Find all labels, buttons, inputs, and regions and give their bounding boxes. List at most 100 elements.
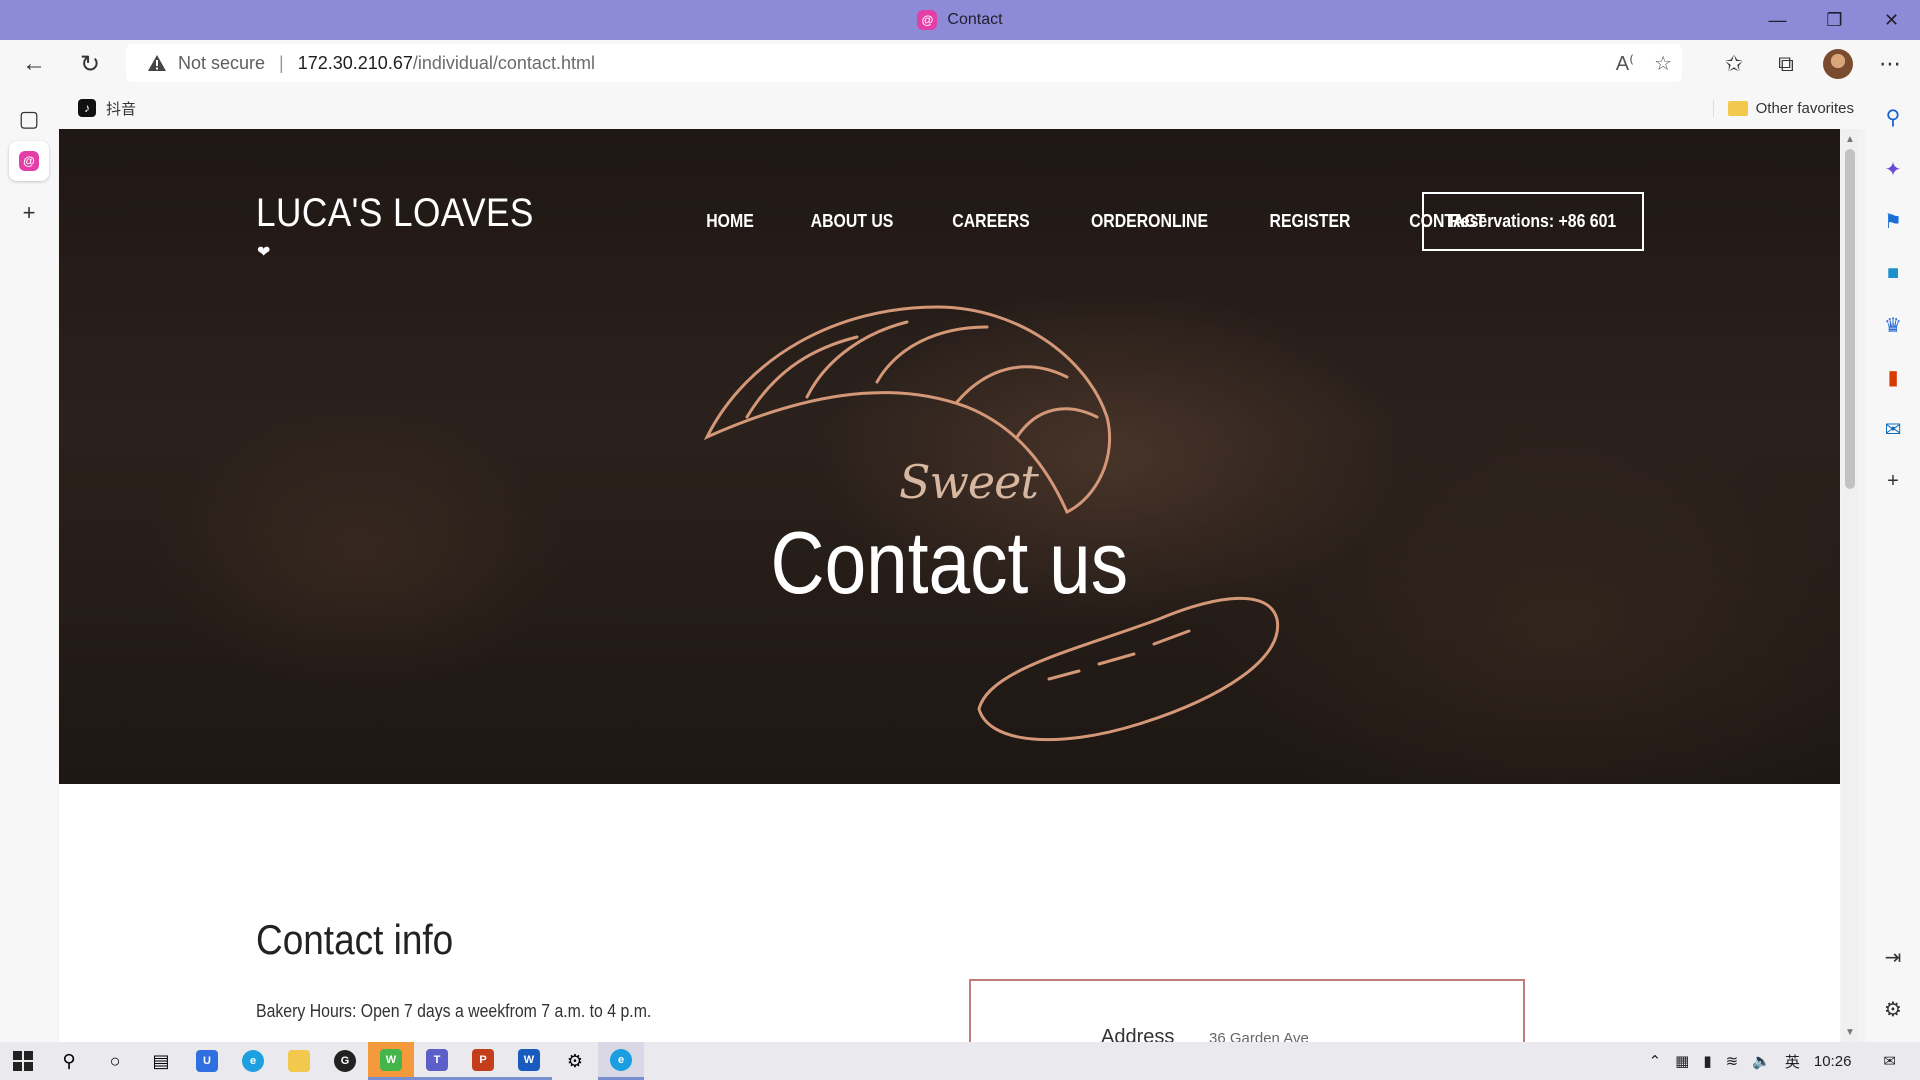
- page-scrollbar[interactable]: ▲ ▼: [1841, 129, 1859, 1042]
- favorites-bar: ♪ 抖音 Other favorites: [54, 87, 1866, 129]
- url-host: 172.30.210.67: [297, 52, 413, 73]
- nav-register[interactable]: REGISTER: [1270, 211, 1351, 232]
- scroll-thumb[interactable]: [1845, 149, 1855, 489]
- app-badge: G: [334, 1050, 356, 1072]
- refresh-button[interactable]: ↻: [70, 44, 110, 84]
- new-tab-icon[interactable]: +: [9, 193, 49, 233]
- nav-careers[interactable]: CAREERS: [952, 211, 1029, 232]
- settings-gear-icon[interactable]: ⚙: [1873, 989, 1913, 1029]
- avatar: [1823, 49, 1853, 79]
- hide-sidebar-icon[interactable]: ⇥: [1873, 937, 1913, 977]
- tab-contact[interactable]: @: [9, 141, 49, 181]
- nav-home[interactable]: HOME: [706, 211, 754, 232]
- favorites-icon[interactable]: ✩: [1714, 44, 1754, 84]
- word-icon[interactable]: W: [506, 1042, 552, 1080]
- reservations-label: Reservations: +86 601: [1449, 211, 1617, 231]
- outlook-icon[interactable]: ✉: [1873, 409, 1913, 449]
- collections-icon[interactable]: ⧉: [1766, 44, 1806, 84]
- search-icon[interactable]: ⚲: [46, 1042, 92, 1080]
- back-button[interactable]: ←: [14, 44, 54, 84]
- more-menu-icon[interactable]: ⋯: [1870, 44, 1910, 84]
- address-card: Address 36 Garden Ave: [969, 979, 1525, 1042]
- security-label[interactable]: Not secure: [178, 53, 265, 74]
- tools-icon[interactable]: ■: [1873, 253, 1913, 293]
- address-bar: ← ↻ Not secure | 172.30.210.67/individua…: [0, 40, 1920, 87]
- copilot-icon[interactable]: ✦: [1873, 149, 1913, 189]
- office-icon[interactable]: ▮: [1873, 357, 1913, 397]
- restore-icon[interactable]: ❐: [1806, 0, 1863, 40]
- edge-sidebar: ⚲ ✦ ⚑ ■ ♛ ▮ ✉ + ⇥ ⚙: [1866, 87, 1920, 1042]
- favorite-item-douyin[interactable]: ♪ 抖音: [78, 98, 136, 119]
- system-tray: ⌃ ▦ ▮ ≋ 🔈 英 10:26 ✉: [1649, 1042, 1920, 1080]
- add-sidebar-app-icon[interactable]: +: [1873, 461, 1913, 501]
- url-input[interactable]: Not secure | 172.30.210.67/individual/co…: [126, 44, 1682, 82]
- edge-icon[interactable]: e: [598, 1042, 644, 1080]
- browser-app-icon[interactable]: G: [322, 1042, 368, 1080]
- add-favorite-icon[interactable]: ☆: [1654, 51, 1672, 76]
- address-label: Address: [1101, 1026, 1175, 1042]
- volume-icon[interactable]: 🔈: [1752, 1052, 1771, 1070]
- task-view-icon[interactable]: ▤: [138, 1042, 184, 1080]
- profile-avatar[interactable]: [1818, 44, 1858, 84]
- bakery-hours: Bakery Hours: Open 7 days a weekfrom 7 a…: [256, 1001, 705, 1022]
- window-title-text: Contact: [947, 11, 1003, 28]
- app-blue-icon[interactable]: U: [184, 1042, 230, 1080]
- app-badge: T: [426, 1048, 448, 1071]
- teams-icon[interactable]: T: [414, 1042, 460, 1080]
- battery-icon[interactable]: ▮: [1703, 1052, 1711, 1070]
- tab-actions-icon[interactable]: ▢: [9, 99, 49, 139]
- heart-icon: ❤: [257, 244, 271, 261]
- vertical-tabs-sidebar: ▢ @ +: [0, 87, 58, 1042]
- close-icon[interactable]: ✕: [1863, 0, 1920, 40]
- notification-icon[interactable]: ✉: [1883, 1052, 1896, 1070]
- contact-info-title: Contact info: [256, 916, 480, 964]
- hero-title-text: Contact us: [770, 513, 1129, 612]
- app-badge: e: [242, 1050, 264, 1072]
- browser-toolbar: ✩ ⧉ ⋯: [1714, 44, 1910, 84]
- windows-taskbar: ⚲ ○ ▤ U e G W T P W ⚙ e ⌃ ▦ ▮ ≋ 🔈 英 10:2…: [0, 1042, 1920, 1080]
- cortana-icon[interactable]: ○: [92, 1042, 138, 1080]
- ime-indicator[interactable]: 英: [1785, 1051, 1800, 1072]
- site-favicon-icon: @: [19, 151, 39, 171]
- url-actions: A⁽ ☆: [1616, 44, 1672, 82]
- app-badge: W: [380, 1048, 402, 1071]
- clock[interactable]: 10:26: [1814, 1053, 1852, 1070]
- search-icon[interactable]: ⚲: [1873, 97, 1913, 137]
- reservations-button[interactable]: Reservations: +86 601: [1422, 192, 1644, 251]
- powerpoint-icon[interactable]: P: [460, 1042, 506, 1080]
- edge-legacy-icon[interactable]: e: [230, 1042, 276, 1080]
- wifi-icon[interactable]: ≋: [1726, 1052, 1739, 1070]
- window-titlebar: @ Contact — ❐ ✕: [0, 0, 1920, 40]
- other-favorites-button[interactable]: Other favorites: [1712, 99, 1854, 117]
- settings-gear-icon[interactable]: ⚙: [552, 1042, 598, 1080]
- network-status-icon[interactable]: ▦: [1675, 1052, 1689, 1070]
- main-nav: HOME ABOUT US CAREERS ORDERONLINE REGIST…: [703, 211, 1539, 232]
- tiktok-icon: ♪: [78, 99, 96, 117]
- site-favicon-icon: @: [917, 10, 938, 30]
- url-separator: |: [279, 52, 284, 73]
- shopping-tag-icon[interactable]: ⚑: [1873, 201, 1913, 241]
- app-badge: W: [518, 1048, 540, 1071]
- nav-about-us[interactable]: ABOUT US: [811, 211, 894, 232]
- windows-start-icon[interactable]: [0, 1042, 46, 1080]
- minimize-icon[interactable]: —: [1749, 0, 1806, 40]
- games-icon[interactable]: ♛: [1873, 305, 1913, 345]
- warning-icon: [146, 52, 168, 74]
- other-favorites-label: Other favorites: [1755, 99, 1854, 117]
- scroll-down-icon[interactable]: ▼: [1841, 1024, 1859, 1040]
- contact-info-title-text: Contact info: [256, 916, 454, 963]
- app-badge: [288, 1050, 310, 1072]
- site-logo[interactable]: LUCA'S LOAVES: [256, 191, 534, 236]
- scroll-up-icon[interactable]: ▲: [1841, 131, 1859, 147]
- page-viewport: LUCA'S LOAVES ❤ HOME ABOUT US CAREERS OR…: [59, 129, 1840, 1042]
- app-badge: U: [196, 1050, 218, 1072]
- wechat-icon[interactable]: W: [368, 1042, 414, 1080]
- file-explorer-icon[interactable]: [276, 1042, 322, 1080]
- favorite-item-label: 抖音: [106, 100, 137, 118]
- url-path: /individual/contact.html: [412, 52, 595, 73]
- chevron-up-icon[interactable]: ⌃: [1649, 1052, 1662, 1070]
- nav-order-online[interactable]: ORDERONLINE: [1091, 211, 1208, 232]
- app-badge: e: [610, 1048, 632, 1071]
- read-aloud-icon[interactable]: A⁽: [1616, 51, 1634, 76]
- hero-banner: LUCA'S LOAVES ❤ HOME ABOUT US CAREERS OR…: [59, 129, 1840, 784]
